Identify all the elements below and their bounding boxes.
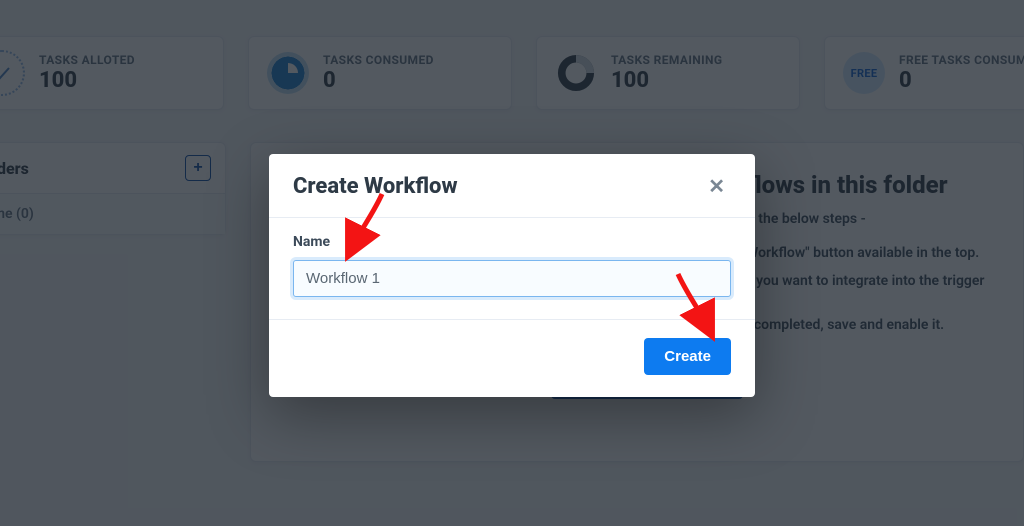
workflow-name-input[interactable] — [293, 260, 731, 297]
modal-close-button[interactable]: ✕ — [702, 176, 731, 198]
modal-create-button[interactable]: Create — [644, 338, 731, 375]
create-workflow-modal: Create Workflow ✕ Name Create — [269, 154, 755, 397]
modal-title: Create Workflow — [293, 174, 458, 199]
name-field-label: Name — [293, 234, 731, 250]
